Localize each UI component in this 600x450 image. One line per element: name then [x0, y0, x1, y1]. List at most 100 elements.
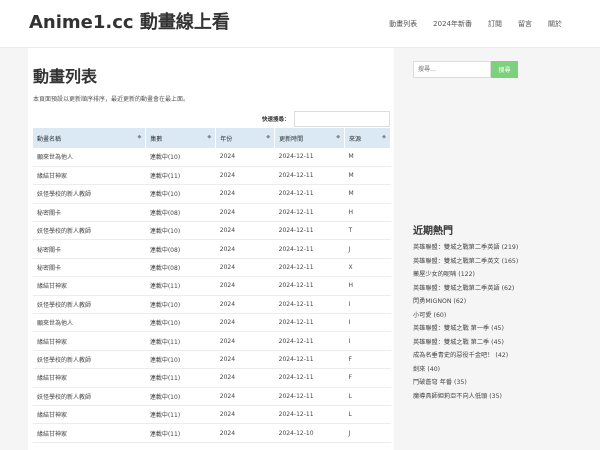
header-updated[interactable]: 更新時間 ◆ [274, 128, 346, 148]
nav-subscribe[interactable]: 訂閱 [488, 19, 502, 29]
header-episodes[interactable]: 集數 ◆ [145, 128, 217, 148]
cell-source: M [344, 148, 391, 167]
quick-search-label: 快速搜尋： [262, 117, 290, 123]
cell-source: M [344, 166, 391, 186]
cell-source: L [344, 405, 391, 425]
cell-episodes: 連載中(10) [145, 387, 216, 406]
cell-episodes: 連載中(10) [145, 350, 216, 370]
cell-name[interactable]: 妖怪學校的新人教師 [33, 184, 146, 204]
cell-source: H [344, 276, 391, 296]
nav-2024-new[interactable]: 2024年新番 [433, 19, 472, 29]
hot-list-item[interactable]: 鬥破蒼穹 年番 (35) [413, 376, 518, 390]
table-row: 妖怪學校的新人教師 連載中(10) 2024 2024-12-11 L [33, 387, 391, 406]
hot-list: 英雄聯盟：雙城之戰第二季英語 (219) 英雄聯盟：雙城之戰第二季英文 (165)… [413, 241, 518, 403]
cell-episodes: 連載中(10) [145, 221, 216, 241]
header-source-label: 來源 [349, 135, 362, 143]
cell-name[interactable]: 秘密關卡 [33, 203, 146, 223]
cell-name[interactable]: 緣結甘神家 [33, 405, 146, 425]
cell-name[interactable]: 秘密關卡 [33, 258, 146, 278]
table-header-row: 動畫名稱 ◆ 集數 ◆ 年份 ◆ 更新時間 ◆ 來源 ◆ [33, 128, 391, 148]
cell-name[interactable]: 妖怪學校的新人教師 [33, 350, 146, 370]
cell-episodes: 連載中(08) [145, 239, 216, 259]
main-nav: 動畫列表 2024年新番 訂閱 留言 關於 [389, 19, 562, 29]
cell-year: 2024 [215, 368, 275, 388]
cell-year: 2024 [215, 239, 275, 259]
table-row: 妖怪學校的新人教師 連載中(10) 2024 2024-12-11 I [33, 295, 391, 315]
cell-name[interactable]: 秘密關卡 [33, 239, 146, 259]
sort-icon: ◆ [266, 134, 271, 140]
hot-list-item[interactable]: 魔導具師妲莉亞不向人低頭 (35) [413, 390, 518, 404]
table-row: 秘密關卡 連載中(08) 2024 2024-12-11 H [33, 203, 391, 223]
cell-episodes: 連載中(10) [145, 184, 216, 204]
header-source[interactable]: 來源 ◆ [344, 128, 391, 148]
hot-list-item[interactable]: 成為名垂青史的惡役千金吧！ (42) [413, 349, 518, 363]
cell-updated: 2024-12-11 [274, 184, 345, 204]
cell-year: 2024 [215, 148, 275, 167]
hot-list-item[interactable]: 小可愛 (60) [413, 309, 518, 323]
cell-year: 2024 [215, 166, 275, 186]
sort-icon: ◆ [137, 134, 142, 140]
cell-source: X [344, 258, 391, 278]
cell-updated: 2024-12-11 [274, 295, 345, 315]
sort-icon: ◆ [336, 134, 341, 140]
hot-list-item[interactable]: 劍來 (40) [413, 363, 518, 377]
header-episodes-label: 集數 [150, 135, 163, 143]
hot-list-item[interactable]: 英雄聯盟：雙城之戰 第一季 (45) [413, 322, 518, 336]
cell-source: H [344, 203, 391, 223]
table-row: 妖怪學校的新人教師 連載中(10) 2024 2024-12-11 M [33, 184, 391, 204]
cell-episodes: 連載中(11) [145, 331, 216, 351]
cell-updated: 2024-12-11 [274, 258, 345, 278]
hot-list-item[interactable]: 英雄聯盟：雙城之戰第二季英語 (62) [413, 282, 518, 296]
sidebar-search-input[interactable] [413, 61, 491, 78]
cell-name[interactable]: 緣結甘神家 [33, 368, 146, 388]
cell-year: 2024 [215, 258, 275, 278]
nav-about[interactable]: 關於 [548, 19, 562, 29]
header-year-label: 年份 [220, 135, 233, 143]
cell-name[interactable]: 妖怪學校的新人教師 [33, 295, 146, 315]
cell-name[interactable]: 緣結甘神家 [33, 331, 146, 351]
table-row: 願來世為他人 連載中(10) 2024 2024-12-11 I [33, 313, 391, 333]
cell-updated: 2024-12-11 [274, 239, 345, 259]
nav-anime-list[interactable]: 動畫列表 [389, 19, 417, 29]
cell-year: 2024 [215, 203, 275, 223]
page-description: 本頁面預設以更新順序排序，最近更新的動畫會在最上面。 [33, 96, 190, 103]
cell-name[interactable]: 妖怪學校的新人教師 [33, 387, 146, 406]
cell-episodes: 連載中(10) [145, 295, 216, 315]
cell-year: 2024 [215, 387, 275, 406]
cell-name[interactable]: 緣結甘神家 [33, 276, 146, 296]
cell-name[interactable]: 願來世為他人 [33, 148, 146, 167]
cell-source: I [344, 295, 391, 315]
cell-name[interactable]: 緣結甘神家 [33, 423, 146, 443]
cell-year: 2024 [215, 184, 275, 204]
cell-year: 2024 [215, 331, 275, 351]
cell-source: F [344, 350, 391, 370]
cell-updated: 2024-12-11 [274, 368, 345, 388]
nav-comments[interactable]: 留言 [518, 19, 532, 29]
cell-episodes: 連載中(11) [145, 166, 216, 186]
header-year[interactable]: 年份 ◆ [215, 128, 276, 148]
cell-name[interactable]: 妖怪學校的新人教師 [33, 221, 146, 241]
header-name[interactable]: 動畫名稱 ◆ [33, 128, 147, 148]
hot-list-item[interactable]: 閃勇MIGNON (62) [413, 295, 518, 309]
cell-updated: 2024-12-11 [274, 166, 345, 186]
cell-source: F [344, 368, 391, 388]
cell-episodes: 連載中(10) [145, 148, 216, 167]
cell-updated: 2024-12-11 [274, 221, 345, 241]
cell-year: 2024 [215, 295, 275, 315]
hot-list-item[interactable]: 英雄聯盟：雙城之戰第二季英文 (165) [413, 255, 518, 269]
hot-list-item[interactable]: 英雄聯盟：雙城之戰第二季英語 (219) [413, 241, 518, 255]
quick-search-input[interactable] [294, 111, 390, 127]
sort-icon: ◆ [382, 134, 386, 140]
site-title[interactable]: Anime1.cc 動畫線上看 [29, 8, 230, 34]
cell-episodes: 連載中(11) [145, 368, 216, 388]
hot-list-item[interactable]: 藥屋少女的呢喃 (122) [413, 268, 518, 282]
cell-episodes: 連載中(11) [145, 405, 216, 425]
cell-episodes: 連載中(08) [145, 203, 216, 223]
hot-section-title: 近期熱門 [413, 226, 453, 237]
sort-icon: ◆ [207, 134, 212, 140]
sidebar-search-button[interactable]: 搜尋 [491, 61, 518, 78]
cell-name[interactable]: 緣結甘神家 [33, 166, 146, 186]
cell-name[interactable]: 願來世為他人 [33, 313, 146, 333]
hot-list-item[interactable]: 英雄聯盟：雙城之戰 第二季 (45) [413, 336, 518, 350]
cell-source: I [344, 313, 391, 333]
